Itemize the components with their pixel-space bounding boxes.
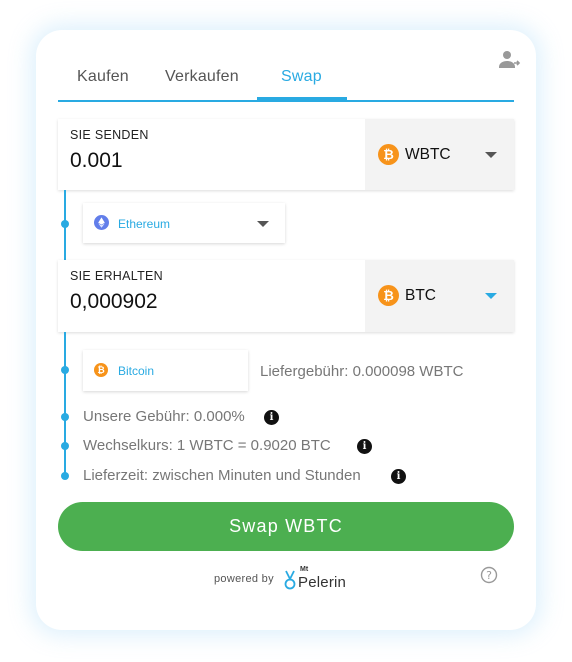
send-network-label: Ethereum bbox=[118, 217, 171, 231]
active-tab-indicator bbox=[257, 97, 347, 101]
chevron-down-icon bbox=[485, 293, 497, 299]
rail-dot bbox=[61, 413, 69, 421]
brand-name[interactable]: Pelerin bbox=[298, 574, 346, 591]
receive-network-label: Bitcoin bbox=[118, 364, 155, 378]
send-amount-input[interactable]: 0.001 bbox=[70, 149, 123, 173]
chevron-down-icon bbox=[257, 221, 269, 227]
rail-dot bbox=[61, 366, 69, 374]
svg-text:?: ? bbox=[486, 569, 492, 582]
help-icon[interactable]: ? bbox=[480, 566, 498, 584]
chevron-down-icon bbox=[485, 152, 497, 158]
tab-verkaufen[interactable]: Verkaufen bbox=[165, 68, 239, 86]
tab-swap[interactable]: Swap bbox=[281, 68, 322, 86]
receive-currency-select[interactable]: ₿ BTC bbox=[365, 260, 514, 332]
receive-label: SIE ERHALTEN bbox=[70, 269, 163, 283]
send-label: SIE SENDEN bbox=[70, 128, 149, 142]
wbtc-coin-icon: ₿ bbox=[378, 144, 399, 165]
send-network-select[interactable]: Ethereum bbox=[83, 203, 285, 243]
info-icon[interactable]: i bbox=[357, 439, 372, 454]
send-currency-select[interactable]: ₿ WBTC bbox=[365, 119, 514, 190]
receive-currency-label: BTC bbox=[405, 287, 436, 304]
rail-dot bbox=[61, 472, 69, 480]
rail-dot bbox=[61, 220, 69, 228]
exchange-rate-text: Wechselkurs: 1 WBTC = 0.9020 BTC bbox=[83, 437, 331, 454]
mt-pelerin-logo-icon[interactable] bbox=[282, 568, 298, 590]
info-icon[interactable]: i bbox=[264, 410, 279, 425]
receive-amount-value: 0,000902 bbox=[70, 290, 158, 313]
our-fee-text: Unsere Gebühr: 0.000% bbox=[83, 408, 245, 425]
receive-rail-line bbox=[64, 332, 66, 477]
receive-network-select[interactable]: ₿ Bitcoin bbox=[83, 350, 248, 391]
ethereum-icon bbox=[94, 215, 109, 230]
powered-by-label: powered by bbox=[214, 573, 274, 585]
swap-button[interactable]: Swap WBTC bbox=[58, 502, 514, 551]
send-amount-field: SIE SENDEN 0.001 ₿ WBTC bbox=[58, 119, 514, 190]
brand-prefix: Mt bbox=[300, 566, 309, 573]
btc-coin-icon: ₿ bbox=[378, 285, 399, 306]
bitcoin-icon: ₿ bbox=[94, 363, 108, 377]
tab-kaufen[interactable]: Kaufen bbox=[77, 68, 129, 86]
delivery-fee-text: Liefergebühr: 0.000098 WBTC bbox=[260, 363, 464, 380]
delivery-time-text: Lieferzeit: zwischen Minuten und Stunden bbox=[83, 467, 361, 484]
tab-bar: Kaufen Verkaufen Swap bbox=[58, 68, 514, 103]
rail-dot bbox=[61, 442, 69, 450]
receive-amount-field: SIE ERHALTEN 0,000902 ₿ BTC bbox=[58, 260, 514, 332]
info-icon[interactable]: i bbox=[391, 469, 406, 484]
send-currency-label: WBTC bbox=[405, 146, 451, 163]
